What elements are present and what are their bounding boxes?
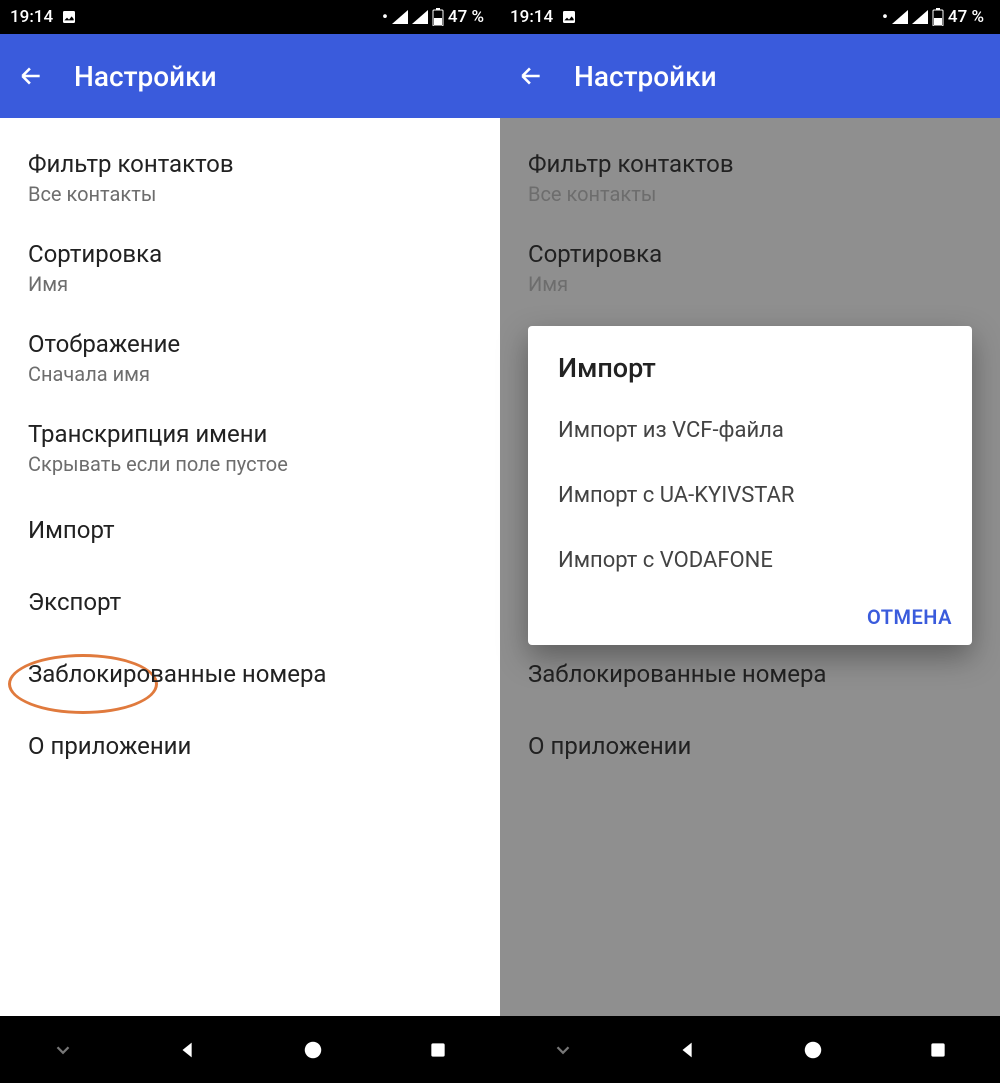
nav-ime-icon[interactable] (23, 1039, 103, 1061)
status-time: 19:14 (10, 7, 53, 27)
status-dot: • (882, 7, 888, 27)
dialog-option-kyivstar[interactable]: Импорт с UA-KYIVSTAR (528, 463, 972, 528)
screenshot-icon (561, 9, 577, 25)
setting-sort[interactable]: Сортировка Имя (0, 224, 500, 314)
battery-icon (932, 8, 944, 26)
nav-home-icon[interactable] (773, 1039, 853, 1061)
back-icon[interactable] (18, 63, 44, 89)
status-dot: • (382, 7, 388, 27)
setting-contact-filter[interactable]: Фильтр контактов Все контакты (500, 134, 1000, 224)
setting-display[interactable]: Отображение Сначала имя (0, 314, 500, 404)
setting-title: О приложении (528, 732, 972, 760)
setting-title: Импорт (28, 516, 472, 544)
signal-2-icon (912, 10, 928, 24)
nav-recent-icon[interactable] (398, 1040, 478, 1060)
status-battery-pct: 47 % (448, 7, 484, 27)
nav-bar (500, 1016, 1000, 1083)
setting-phonetic[interactable]: Транскрипция имени Скрывать если поле пу… (0, 404, 500, 494)
nav-bar (0, 1016, 500, 1083)
nav-ime-icon[interactable] (523, 1039, 603, 1061)
status-battery-pct: 47 % (948, 7, 984, 27)
app-bar: Настройки (0, 34, 500, 118)
setting-title: Фильтр контактов (28, 150, 472, 178)
signal-1-icon (392, 10, 408, 24)
setting-sort[interactable]: Сортировка Имя (500, 224, 1000, 314)
setting-title: Отображение (28, 330, 472, 358)
setting-title: Заблокированные номера (28, 660, 472, 688)
setting-title: Фильтр контактов (528, 150, 972, 178)
dialog-title: Импорт (528, 352, 972, 398)
nav-back-icon[interactable] (148, 1039, 228, 1061)
setting-subtitle: Все контакты (28, 182, 472, 206)
status-bar: 19:14 • 47 % (0, 0, 500, 34)
dialog-option-vodafone[interactable]: Импорт с VODAFONE (528, 528, 972, 593)
app-bar: Настройки (500, 34, 1000, 118)
signal-1-icon (892, 10, 908, 24)
screenshot-icon (61, 9, 77, 25)
setting-subtitle: Имя (528, 272, 972, 296)
setting-subtitle: Скрывать если поле пустое (28, 452, 472, 476)
nav-recent-icon[interactable] (898, 1040, 978, 1060)
setting-about[interactable]: О приложении (500, 710, 1000, 782)
setting-title: Экспорт (28, 588, 472, 616)
setting-blocked[interactable]: Заблокированные номера (0, 638, 500, 710)
setting-export[interactable]: Экспорт (0, 566, 500, 638)
import-dialog: Импорт Импорт из VCF-файла Импорт с UA-K… (528, 326, 972, 645)
page-title: Настройки (574, 60, 717, 93)
battery-icon (432, 8, 444, 26)
setting-subtitle: Сначала имя (28, 362, 472, 386)
setting-title: Транскрипция имени (28, 420, 472, 448)
status-time: 19:14 (510, 7, 553, 27)
setting-subtitle: Все контакты (528, 182, 972, 206)
nav-back-icon[interactable] (648, 1039, 728, 1061)
setting-title: Заблокированные номера (528, 660, 972, 688)
setting-title: Сортировка (28, 240, 472, 268)
setting-title: Сортировка (528, 240, 972, 268)
page-title: Настройки (74, 60, 217, 93)
setting-about[interactable]: О приложении (0, 710, 500, 782)
nav-home-icon[interactable] (273, 1039, 353, 1061)
dialog-option-vcf[interactable]: Импорт из VCF-файла (528, 398, 972, 463)
dialog-cancel-button[interactable]: ОТМЕНА (867, 605, 952, 629)
screenshot-right: 19:14 • 47 % Настройки Фильтр конта (500, 0, 1000, 1083)
setting-blocked[interactable]: Заблокированные номера (500, 638, 1000, 710)
screenshot-left: 19:14 • 47 % Настройки Фильтр конта (0, 0, 500, 1083)
setting-subtitle: Имя (28, 272, 472, 296)
setting-title: О приложении (28, 732, 472, 760)
signal-2-icon (412, 10, 428, 24)
back-icon[interactable] (518, 63, 544, 89)
setting-import[interactable]: Импорт (0, 494, 500, 566)
settings-list[interactable]: Фильтр контактов Все контакты Сортировка… (0, 118, 500, 1016)
status-bar: 19:14 • 47 % (500, 0, 1000, 34)
setting-contact-filter[interactable]: Фильтр контактов Все контакты (0, 134, 500, 224)
